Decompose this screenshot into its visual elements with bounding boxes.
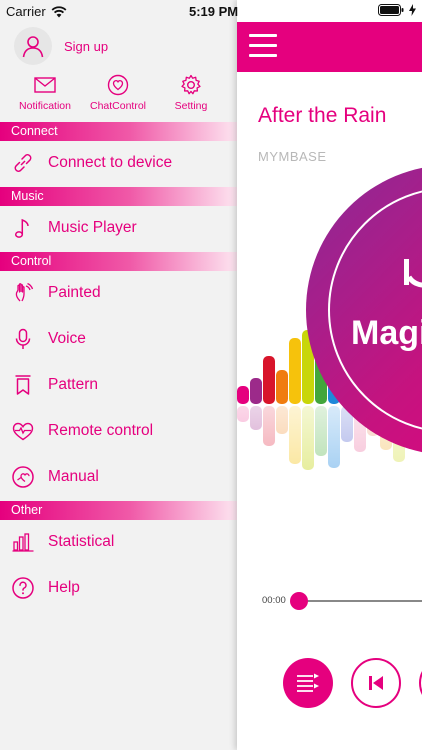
heartbeat-icon (12, 422, 34, 441)
heart-chat-icon (107, 74, 129, 96)
menu-item-help[interactable]: Help (0, 568, 237, 608)
remote-control-label: Remote control (48, 422, 154, 439)
music-player-label: Music Player (48, 219, 137, 236)
connect-device-label: Connect to device (48, 154, 173, 171)
menu-item-statistical[interactable]: Statistical (0, 522, 237, 562)
progress-track[interactable] (299, 600, 422, 602)
disc-brand-text: Magi (351, 314, 422, 352)
side-drawer: Sign up Notification ChatControl Setting… (0, 0, 237, 750)
heart-circle-icon (12, 466, 34, 488)
playlist-icon (297, 673, 319, 692)
hand-gesture-icon (15, 282, 34, 302)
menu-item-pattern[interactable]: Pattern (0, 365, 237, 405)
section-connect: Connect (0, 122, 237, 141)
menu-item-voice[interactable]: Voice (0, 319, 237, 359)
battery-icon (378, 4, 404, 16)
menu-item-remote-control[interactable]: Remote control (0, 411, 237, 451)
link-icon (14, 154, 32, 172)
user-icon (22, 36, 44, 58)
envelope-icon (34, 77, 56, 93)
album-disc (306, 167, 422, 453)
chatcontrol-button[interactable]: ChatControl (84, 74, 152, 112)
chatcontrol-label: ChatControl (89, 100, 147, 112)
pattern-label: Pattern (48, 376, 98, 393)
setting-button[interactable]: Setting (164, 74, 218, 112)
progress-bar[interactable]: 00:00 (237, 590, 422, 612)
avatar[interactable] (14, 27, 52, 65)
menu-item-manual[interactable]: Manual (0, 457, 237, 497)
section-other: Other (0, 501, 237, 520)
clock: 5:19 PM (189, 4, 239, 19)
current-time: 00:00 (262, 595, 286, 606)
status-bar: Carrier 5:19 PM (0, 0, 422, 22)
player-panel: After the Rain MYMBASE Magi 00:00 (237, 0, 422, 750)
menu-item-music-player[interactable]: Music Player (0, 208, 237, 248)
progress-knob[interactable] (290, 592, 308, 610)
statistical-label: Statistical (48, 533, 115, 550)
help-icon (12, 577, 34, 599)
bookmark-icon (15, 375, 31, 395)
notification-label: Notification (19, 100, 71, 112)
song-artist: MYMBASE (258, 149, 327, 164)
quick-actions: Notification ChatControl Setting (0, 74, 237, 116)
menu-item-connect-device[interactable]: Connect to device (0, 143, 237, 183)
help-label: Help (48, 579, 80, 596)
microphone-icon (15, 328, 31, 349)
carrier-label: Carrier (6, 4, 46, 19)
skip-previous-icon (369, 676, 383, 690)
charging-icon (409, 4, 416, 16)
bar-chart-icon (12, 533, 34, 552)
signup-link[interactable]: Sign up (64, 39, 108, 54)
song-title: After the Rain (258, 104, 387, 127)
previous-button[interactable] (351, 658, 401, 708)
wifi-icon (51, 5, 67, 17)
painted-label: Painted (48, 284, 101, 301)
music-note-icon (14, 218, 29, 238)
player-top-bar (237, 22, 422, 72)
section-control: Control (0, 252, 237, 271)
menu-icon[interactable] (249, 34, 277, 60)
section-music: Music (0, 187, 237, 206)
gear-icon (181, 74, 201, 95)
playlist-button[interactable] (283, 658, 333, 708)
notification-button[interactable]: Notification (12, 74, 78, 112)
voice-label: Voice (48, 330, 86, 347)
manual-label: Manual (48, 468, 99, 485)
setting-label: Setting (174, 100, 208, 112)
profile-row[interactable]: Sign up (14, 27, 108, 65)
menu-item-painted[interactable]: Painted (0, 273, 237, 313)
